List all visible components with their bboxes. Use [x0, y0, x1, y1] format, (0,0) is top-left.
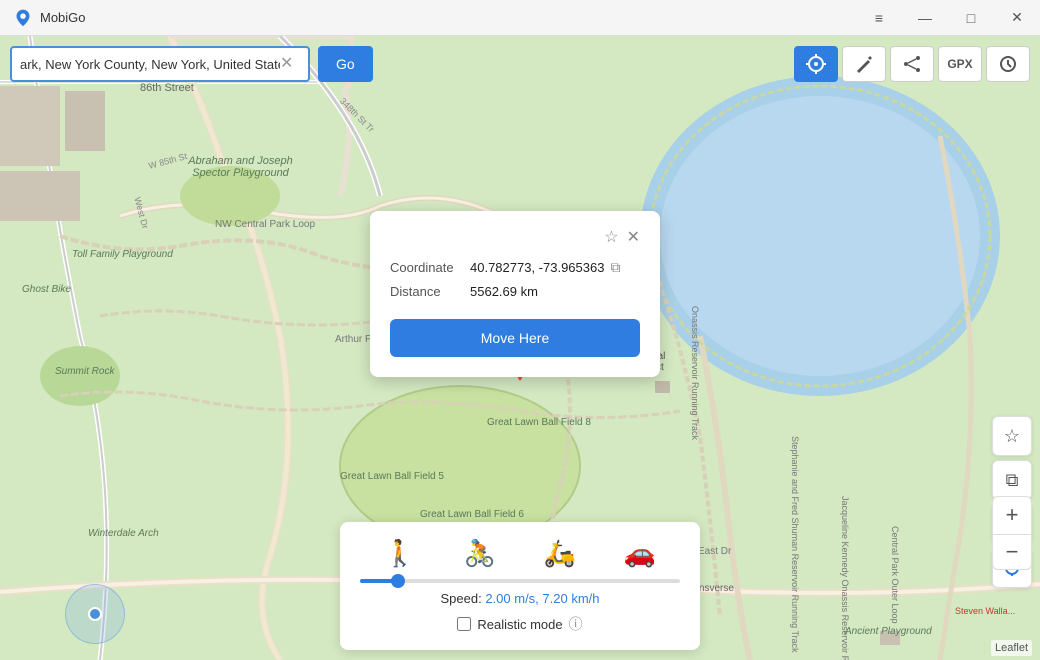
maximize-button[interactable]: □	[948, 0, 994, 36]
layers-panel-button[interactable]: ⧉	[992, 460, 1032, 500]
go-button[interactable]: Go	[318, 46, 373, 82]
distance-row: Distance 5562.69 km	[390, 284, 640, 299]
zoom-out-button[interactable]: −	[992, 534, 1032, 570]
app-logo-icon	[12, 7, 34, 29]
bike-icon[interactable]: 🚴	[464, 538, 496, 569]
coordinate-row: Coordinate 40.782773, -73.965363 ⧉	[390, 259, 640, 276]
realistic-info-icon[interactable]: ⓘ	[569, 614, 583, 634]
speed-value: 2.00 m/s, 7.20 km/h	[485, 591, 599, 606]
zoom-controls: + −	[992, 496, 1032, 570]
titlebar: MobiGo ≡ — □ ✕	[0, 0, 1040, 36]
window-controls: ≡ — □ ✕	[856, 0, 1040, 36]
search-input[interactable]	[20, 57, 280, 72]
coordinate-popup: ☆ ✕ Coordinate 40.782773, -73.965363 ⧉ D…	[370, 211, 660, 377]
minimize-button[interactable]: —	[902, 0, 948, 36]
share-button[interactable]	[890, 46, 934, 82]
popup-close-button[interactable]: ✕	[627, 227, 640, 247]
speed-text: Speed: 2.00 m/s, 7.20 km/h	[360, 591, 680, 606]
map-container[interactable]: 86th Street Abraham and JosephSpector Pl…	[0, 36, 1040, 660]
history-icon	[998, 54, 1018, 74]
speed-slider-wrap	[360, 579, 680, 583]
teleport-button[interactable]	[794, 46, 838, 82]
popup-favorite-button[interactable]: ☆	[604, 227, 618, 247]
transport-panel: 🚶 🚴 🛵 🚗 Speed: 2.00 m/s, 7.20 km/h Reali…	[340, 522, 700, 650]
crosshair-icon	[806, 54, 826, 74]
gpx-button[interactable]: GPX	[938, 46, 982, 82]
search-clear-icon[interactable]: ✕	[280, 56, 293, 72]
coordinate-label: Coordinate	[390, 260, 470, 275]
app-title: MobiGo	[40, 10, 86, 25]
favorite-panel-button[interactable]: ☆	[992, 416, 1032, 456]
popup-header: ☆ ✕	[390, 227, 640, 247]
car-icon[interactable]: 🚗	[624, 538, 656, 569]
distance-value: 5562.69 km	[470, 284, 538, 299]
copy-coordinate-icon[interactable]: ⧉	[610, 259, 620, 276]
share-icon	[902, 54, 922, 74]
speed-slider[interactable]	[360, 579, 680, 583]
search-input-wrap[interactable]: ✕	[10, 46, 310, 82]
search-bar: ✕ Go	[10, 46, 373, 82]
history-button[interactable]	[986, 46, 1030, 82]
realistic-mode-row: Realistic mode ⓘ	[360, 614, 680, 634]
realistic-mode-checkbox[interactable]	[457, 617, 471, 631]
walk-icon[interactable]: 🚶	[384, 538, 416, 569]
transport-mode-icons: 🚶 🚴 🛵 🚗	[360, 538, 680, 569]
route-button[interactable]	[842, 46, 886, 82]
distance-label: Distance	[390, 284, 470, 299]
zoom-in-button[interactable]: +	[992, 496, 1032, 532]
menu-button[interactable]: ≡	[856, 0, 902, 36]
move-here-button[interactable]: Move Here	[390, 319, 640, 357]
pen-icon	[854, 54, 874, 74]
scooter-icon[interactable]: 🛵	[544, 538, 576, 569]
close-button[interactable]: ✕	[994, 0, 1040, 36]
coordinate-value: 40.782773, -73.965363 ⧉	[470, 259, 620, 276]
leaflet-attribution: Leaflet	[991, 640, 1032, 656]
realistic-mode-label: Realistic mode	[477, 617, 562, 632]
app-logo: MobiGo	[12, 7, 86, 29]
toolbar-right: GPX	[794, 46, 1030, 82]
